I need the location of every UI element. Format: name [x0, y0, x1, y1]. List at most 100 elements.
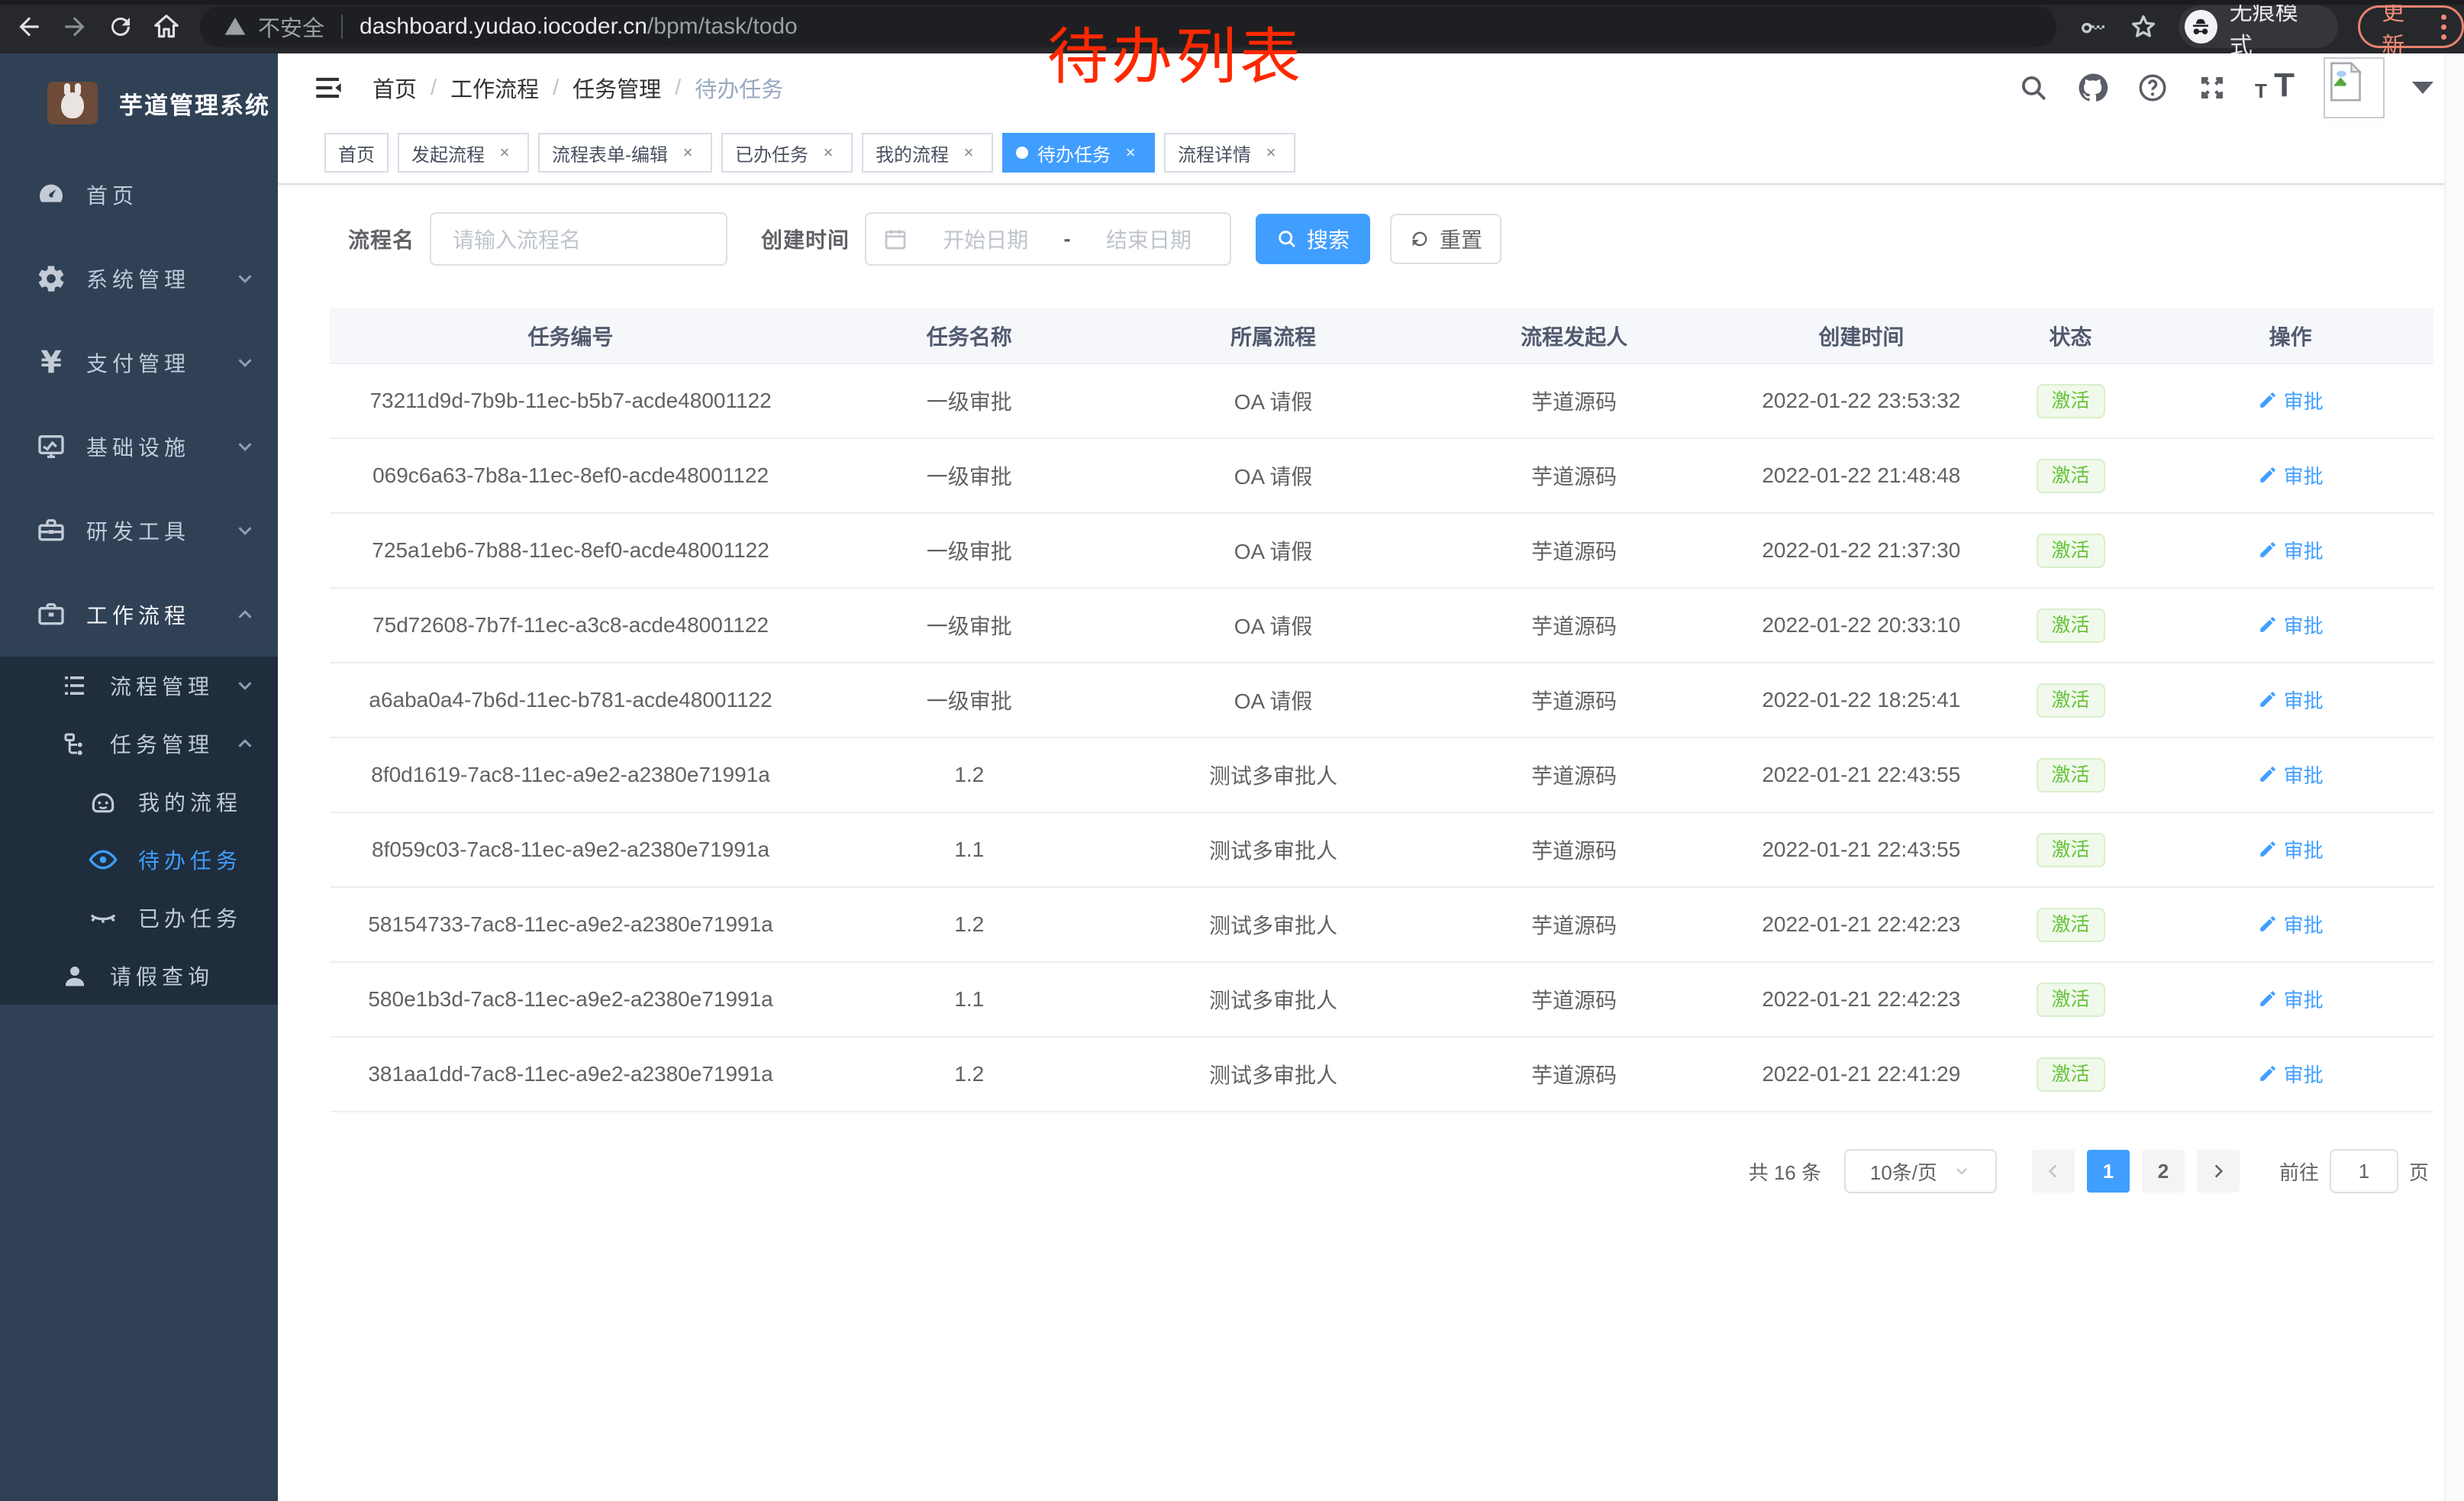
- cell-task-name: 1.1: [811, 812, 1127, 887]
- approve-button[interactable]: 审批: [2258, 760, 2324, 789]
- tab-home[interactable]: 首页: [324, 133, 389, 173]
- cell-create-time: 2022-01-21 22:43:55: [1729, 738, 1994, 812]
- close-icon[interactable]: [1260, 142, 1282, 163]
- approve-button[interactable]: 审批: [2258, 461, 2324, 489]
- sidebar-item-payment[interactable]: ¥ 支付管理: [0, 321, 278, 405]
- create-time-label: 创建时间: [761, 224, 850, 254]
- browser-update-button[interactable]: 更新: [2358, 5, 2464, 48]
- close-icon[interactable]: [1120, 142, 1141, 163]
- cell-task-name: 1.2: [811, 738, 1127, 812]
- approve-button[interactable]: 审批: [2258, 1060, 2324, 1088]
- eye-closed-icon: [86, 901, 120, 934]
- table-row: 75d72608-7b7f-11ec-a3c8-acde48001122 一级审…: [330, 588, 2433, 663]
- sidebar-item-leave-query[interactable]: 请假查询: [0, 947, 278, 1005]
- prev-page-button[interactable]: [2032, 1150, 2075, 1193]
- close-icon[interactable]: [818, 142, 839, 163]
- cell-status: 激活: [1994, 513, 2147, 588]
- cell-create-time: 2022-01-21 22:43:55: [1729, 812, 1994, 887]
- approve-button[interactable]: 审批: [2258, 910, 2324, 938]
- sidebar-item-my-process[interactable]: 我的流程: [0, 773, 278, 831]
- people-icon: [86, 785, 120, 818]
- cell-actions: 审批: [2147, 1037, 2433, 1112]
- scrollbar-track[interactable]: [2444, 53, 2464, 1501]
- sidebar-collapse-icon[interactable]: [311, 71, 345, 105]
- page-button-2[interactable]: 2: [2142, 1150, 2185, 1193]
- approve-button[interactable]: 审批: [2258, 686, 2324, 714]
- font-size-icon[interactable]: [2255, 71, 2298, 105]
- cell-starter: 芋道源码: [1420, 438, 1729, 513]
- cell-status: 激活: [1994, 588, 2147, 663]
- app-title: 芋道管理系统: [119, 86, 270, 121]
- close-icon[interactable]: [958, 142, 979, 163]
- approve-button[interactable]: 审批: [2258, 386, 2324, 415]
- sidebar-item-done-tasks[interactable]: 已办任务: [0, 889, 278, 947]
- github-icon[interactable]: [2076, 71, 2110, 105]
- approve-button[interactable]: 审批: [2258, 835, 2324, 863]
- sidebar-brand[interactable]: 芋道管理系统: [0, 53, 278, 153]
- cell-process: 测试多审批人: [1127, 887, 1420, 962]
- search-button[interactable]: 搜索: [1256, 214, 1370, 264]
- sidebar-item-home[interactable]: 首页: [0, 153, 278, 237]
- chevron-down-icon: [234, 674, 256, 697]
- close-icon[interactable]: [494, 142, 515, 163]
- browser-forward-icon[interactable]: [58, 10, 92, 44]
- password-key-icon[interactable]: [2078, 11, 2108, 42]
- help-icon[interactable]: [2136, 71, 2169, 105]
- browser-reload-icon[interactable]: [104, 10, 137, 44]
- cell-starter: 芋道源码: [1420, 738, 1729, 812]
- tab-start-process[interactable]: 发起流程: [398, 133, 529, 173]
- approve-button[interactable]: 审批: [2258, 985, 2324, 1013]
- process-name-input[interactable]: 请输入流程名: [430, 212, 727, 266]
- cell-starter: 芋道源码: [1420, 363, 1729, 438]
- breadcrumb-home[interactable]: 首页: [373, 72, 417, 104]
- goto-label: 前往: [2279, 1157, 2319, 1186]
- tab-todo-tasks[interactable]: 待办任务: [1002, 133, 1155, 173]
- avatar-dropdown-caret[interactable]: [2412, 82, 2433, 94]
- sidebar-item-todo-tasks[interactable]: 待办任务: [0, 831, 278, 889]
- browser-menu-icon[interactable]: [2441, 15, 2446, 40]
- tab-process-detail[interactable]: 流程详情: [1164, 133, 1295, 173]
- edit-pencil-icon: [2258, 615, 2278, 634]
- page-size-select[interactable]: 10条/页: [1844, 1149, 1997, 1193]
- breadcrumb: 首页 / 工作流程 / 任务管理 / 待办任务: [373, 72, 783, 104]
- edit-pencil-icon: [2258, 764, 2278, 784]
- approve-button[interactable]: 审批: [2258, 611, 2324, 639]
- cell-create-time: 2022-01-22 18:25:41: [1729, 663, 1994, 738]
- sidebar-item-devtools[interactable]: 研发工具: [0, 489, 278, 573]
- goto-page-input[interactable]: 1: [2330, 1149, 2398, 1193]
- close-icon[interactable]: [677, 142, 698, 163]
- sidebar-item-task-mgmt[interactable]: 任务管理: [0, 715, 278, 773]
- avatar[interactable]: [2324, 57, 2385, 118]
- browser-home-icon[interactable]: [150, 10, 183, 44]
- cell-starter: 芋道源码: [1420, 887, 1729, 962]
- page-button-1[interactable]: 1: [2087, 1150, 2130, 1193]
- tab-my-process[interactable]: 我的流程: [862, 133, 993, 173]
- incognito-icon: [2185, 10, 2217, 44]
- reset-button[interactable]: 重置: [1390, 214, 1501, 264]
- cell-actions: 审批: [2147, 588, 2433, 663]
- edit-pencil-icon: [2258, 1064, 2278, 1083]
- tab-form-edit[interactable]: 流程表单-编辑: [538, 133, 712, 173]
- user-icon: [58, 959, 92, 993]
- chevron-left-icon: [2043, 1161, 2063, 1181]
- sidebar-item-workflow[interactable]: 工作流程: [0, 573, 278, 657]
- fullscreen-icon[interactable]: [2195, 71, 2229, 105]
- tags-view-bar: 首页 发起流程 流程表单-编辑 已办任务 我的流程 待办任务 流程详情: [278, 122, 2464, 185]
- next-page-button[interactable]: [2197, 1150, 2240, 1193]
- bookmark-star-icon[interactable]: [2128, 11, 2159, 42]
- end-date-placeholder: 结束日期: [1085, 224, 1213, 254]
- breadcrumb-workflow[interactable]: 工作流程: [450, 72, 539, 104]
- tab-done-tasks[interactable]: 已办任务: [721, 133, 853, 173]
- col-process: 所属流程: [1127, 308, 1420, 363]
- breadcrumb-task-mgmt[interactable]: 任务管理: [572, 72, 661, 104]
- sidebar-item-system[interactable]: 系统管理: [0, 237, 278, 321]
- approve-button[interactable]: 审批: [2258, 536, 2324, 564]
- search-icon[interactable]: [2017, 71, 2050, 105]
- sidebar-item-infra[interactable]: 基础设施: [0, 405, 278, 489]
- date-range-picker[interactable]: 开始日期 - 结束日期: [865, 212, 1231, 266]
- pagination: 共 16 条 10条/页 1 2 前往 1 页: [330, 1149, 2433, 1193]
- browser-back-icon[interactable]: [12, 10, 46, 44]
- sidebar-item-process-mgmt[interactable]: 流程管理: [0, 657, 278, 715]
- cell-process: OA 请假: [1127, 363, 1420, 438]
- url-path: /bpm/task/todo: [647, 14, 798, 39]
